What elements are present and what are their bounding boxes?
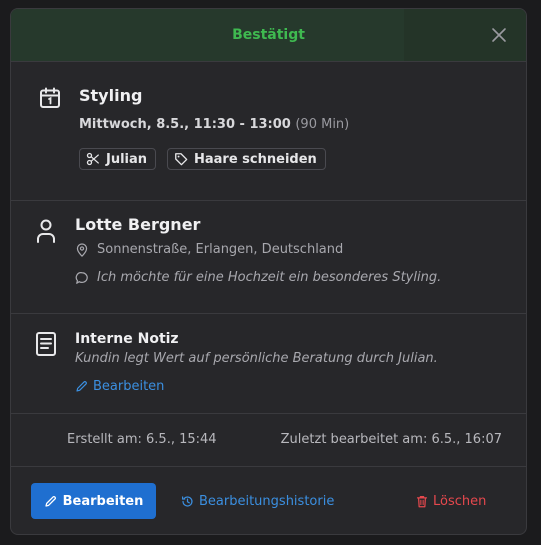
service-chip: Haare schneiden bbox=[167, 148, 326, 170]
appointment-datetime: Mittwoch, 8.5., 11:30 - 13:00 (90 Min) bbox=[79, 117, 349, 132]
address-text: Sonnenstraße, Erlangen, Deutschland bbox=[97, 242, 344, 257]
edit-button-label: Bearbeiten bbox=[62, 493, 144, 509]
appointment-modal: Bestätigt Styling Mittwoch, 8.5., 11:30 … bbox=[10, 8, 527, 535]
service-title: Styling bbox=[79, 86, 143, 105]
delete-button[interactable]: Löschen bbox=[416, 483, 486, 519]
datetime-text: Mittwoch, 8.5., 11:30 - 13:00 bbox=[79, 117, 291, 132]
pencil-icon bbox=[76, 381, 87, 392]
note-heading: Interne Notiz bbox=[75, 331, 179, 347]
status-label: Bestätigt bbox=[232, 27, 305, 43]
duration-text: (90 Min) bbox=[295, 117, 350, 132]
trash-icon bbox=[416, 495, 428, 507]
edit-button[interactable]: Bearbeiten bbox=[31, 483, 156, 519]
history-icon bbox=[182, 495, 193, 507]
service-chip-label: Haare schneiden bbox=[194, 151, 317, 167]
note-edit-link[interactable]: Bearbeiten bbox=[75, 379, 164, 394]
history-button[interactable]: Bearbeitungshistorie bbox=[181, 483, 334, 519]
calendar-icon bbox=[40, 87, 60, 108]
divider bbox=[11, 313, 526, 314]
delete-button-label: Löschen bbox=[433, 493, 487, 509]
customer-message: Ich möchte für eine Hochzeit ein besonde… bbox=[75, 270, 441, 285]
modal-header: Bestätigt bbox=[11, 9, 526, 62]
note-text: Kundin legt Wert auf persönliche Beratun… bbox=[75, 351, 438, 366]
customer-address: Sonnenstraße, Erlangen, Deutschland bbox=[75, 242, 343, 257]
map-pin-icon bbox=[76, 242, 88, 257]
history-button-label: Bearbeitungshistorie bbox=[199, 493, 335, 509]
staff-chip-label: Julian bbox=[106, 151, 148, 167]
divider bbox=[11, 413, 526, 414]
note-edit-label: Bearbeiten bbox=[93, 379, 165, 394]
user-icon bbox=[37, 219, 55, 243]
staff-chip: Julian bbox=[79, 148, 157, 170]
close-icon[interactable] bbox=[490, 26, 508, 44]
created-at: Erstellt am: 6.5., 15:44 bbox=[67, 432, 217, 447]
pencil-icon bbox=[44, 495, 56, 507]
note-icon bbox=[36, 332, 56, 356]
divider bbox=[11, 200, 526, 201]
updated-at: Zuletzt bearbeitet am: 6.5., 16:07 bbox=[280, 432, 502, 447]
message-text: Ich möchte für eine Hochzeit ein besonde… bbox=[97, 270, 442, 285]
divider bbox=[11, 466, 526, 467]
customer-name: Lotte Bergner bbox=[75, 215, 201, 234]
tag-icon bbox=[175, 153, 188, 166]
scissors-icon bbox=[86, 152, 99, 166]
message-icon bbox=[75, 271, 88, 284]
